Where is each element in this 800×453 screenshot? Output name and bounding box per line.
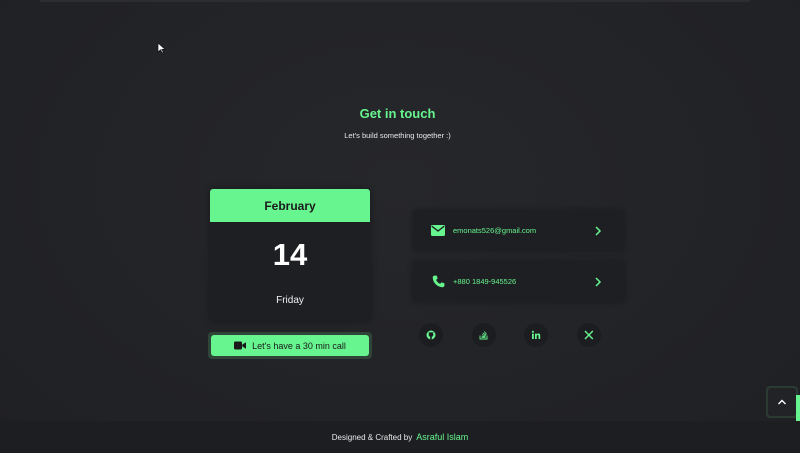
- top-divider: [40, 0, 750, 2]
- page: Get in touch Let's build something toget…: [0, 0, 800, 453]
- calendar-card: February 14 Friday: [210, 189, 370, 321]
- social-links: [419, 323, 619, 347]
- chevron-right-icon: [595, 225, 602, 236]
- section-subtitle: Let's build something together :): [344, 131, 451, 140]
- stackoverflow-icon: [479, 331, 488, 340]
- schedule-call-button-inner[interactable]: Let's have a 30 min call: [211, 335, 369, 356]
- github-icon: [426, 330, 436, 340]
- stackoverflow-link[interactable]: [472, 323, 496, 347]
- video-camera-icon: [234, 341, 247, 350]
- phone-contact-card[interactable]: +880 1849-945526: [413, 261, 624, 302]
- chevron-up-icon: [778, 399, 786, 405]
- footer: Designed & Crafted by Asraful Islam: [0, 421, 800, 453]
- footer-credit: Designed & Crafted by: [331, 432, 413, 442]
- schedule-call-button[interactable]: Let's have a 30 min call: [208, 332, 372, 359]
- schedule-call-label: Let's have a 30 min call: [252, 340, 346, 351]
- calendar-weekday: Friday: [276, 295, 304, 306]
- mouse-cursor-icon: [157, 42, 166, 54]
- github-link[interactable]: [419, 323, 443, 347]
- scroll-to-top-inner[interactable]: [768, 388, 796, 416]
- scroll-to-top-button[interactable]: [766, 386, 798, 418]
- email-address: emonats526@gmail.com: [453, 226, 537, 235]
- chevron-right-icon: [595, 276, 602, 287]
- linkedin-link[interactable]: [524, 323, 548, 347]
- envelope-icon: [431, 224, 445, 238]
- section-title: Get in touch: [359, 106, 436, 121]
- email-contact-card[interactable]: emonats526@gmail.com: [413, 210, 624, 251]
- calendar-day: 14: [272, 237, 308, 272]
- calendar-month: February: [210, 189, 370, 222]
- phone-number: +880 1849-945526: [453, 277, 517, 286]
- linkedin-icon: [531, 330, 541, 339]
- x-icon: [584, 330, 594, 340]
- footer-author-link[interactable]: Asraful Islam: [416, 432, 468, 442]
- x-link[interactable]: [577, 323, 601, 347]
- phone-icon: [431, 275, 445, 289]
